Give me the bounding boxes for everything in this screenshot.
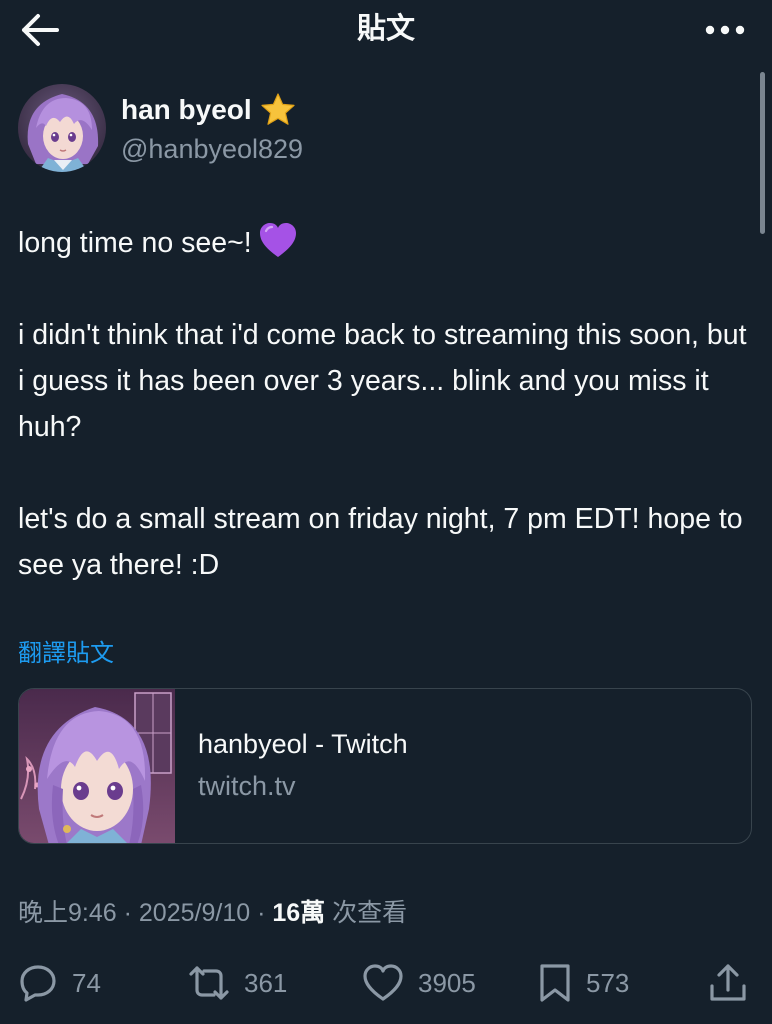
more-horizontal-icon xyxy=(705,25,745,35)
share-button[interactable] xyxy=(708,958,748,1008)
views-count[interactable]: 16萬 xyxy=(272,899,325,927)
link-preview-card[interactable]: hanbyeol - Twitch twitch.tv xyxy=(18,688,752,844)
tweet-paragraph-text: long time no see~! xyxy=(18,227,252,259)
purple-heart-icon xyxy=(259,223,296,257)
repost-icon xyxy=(189,966,229,1000)
repost-count: 361 xyxy=(244,968,288,998)
tweet-paragraph: i didn't think that i'd come back to str… xyxy=(18,319,747,443)
link-card-title: hanbyeol - Twitch xyxy=(198,729,408,759)
author-handle[interactable]: @hanbyeol829 xyxy=(121,132,303,166)
tweet-date[interactable]: 2025/9/10 xyxy=(139,899,250,927)
link-card-thumbnail xyxy=(19,689,175,843)
action-bar: 74 361 3905 573 xyxy=(0,958,772,1008)
display-name[interactable]: han byeol xyxy=(121,92,252,128)
tweet-meta: 晚上9:46 · 2025/9/10 · 16萬 次查看 xyxy=(18,896,407,930)
top-bar: 貼文 xyxy=(0,0,772,62)
meta-separator: · xyxy=(123,899,132,927)
bookmark-button[interactable]: 573 xyxy=(538,958,629,1008)
translate-post-link[interactable]: 翻譯貼文 xyxy=(18,636,114,670)
more-options-button[interactable] xyxy=(700,8,750,52)
share-icon xyxy=(710,964,746,1001)
heart-icon xyxy=(363,964,403,1001)
tweet-time[interactable]: 晚上9:46 xyxy=(18,899,117,927)
tweet-paragraph: let's do a small stream on friday night,… xyxy=(18,503,743,581)
link-card-domain: twitch.tv xyxy=(198,771,296,801)
scrollbar[interactable] xyxy=(760,72,765,234)
tweet-paragraph: long time no see~! xyxy=(18,220,758,266)
star-icon xyxy=(261,93,295,125)
avatar[interactable] xyxy=(18,84,106,172)
display-name-row: han byeol xyxy=(121,92,296,128)
tweet-text: long time no see~! i didn't think that i… xyxy=(18,220,758,588)
bookmark-count: 573 xyxy=(586,968,630,998)
reply-icon xyxy=(20,965,56,1002)
like-button[interactable]: 3905 xyxy=(362,958,476,1008)
page-title: 貼文 xyxy=(356,11,415,45)
repost-button[interactable]: 361 xyxy=(188,958,287,1008)
reply-count: 74 xyxy=(72,968,101,998)
reply-button[interactable]: 74 xyxy=(18,958,101,1008)
meta-separator: · xyxy=(257,899,266,927)
views-label: 次查看 xyxy=(332,899,408,927)
bookmark-icon xyxy=(540,964,570,1002)
like-count: 3905 xyxy=(418,968,476,998)
